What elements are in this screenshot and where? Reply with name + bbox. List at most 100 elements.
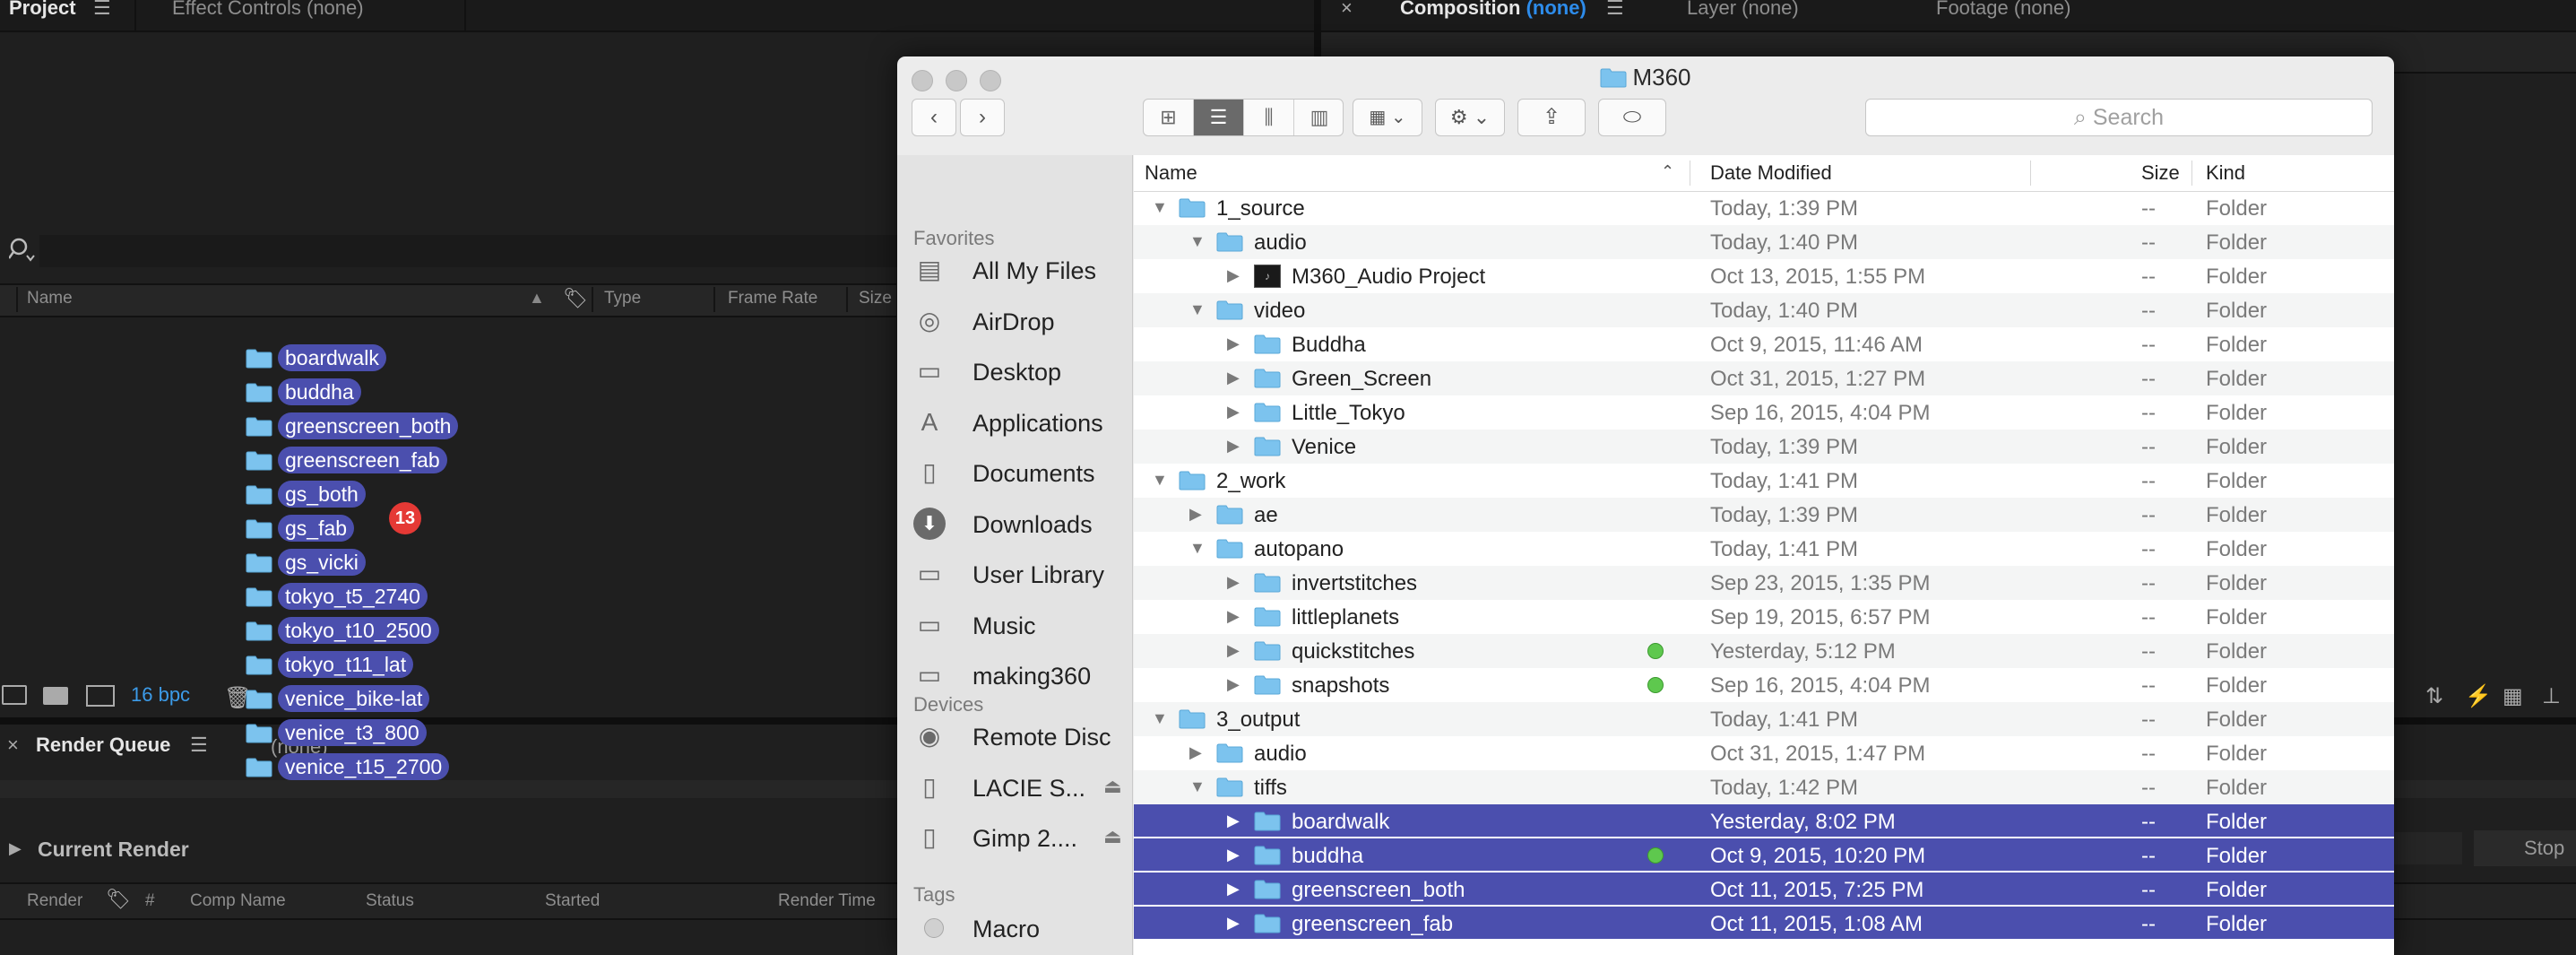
file-row[interactable]: ▶ littleplanets Sep 19, 2015, 6:57 PM -- Fol… — [1134, 600, 2394, 634]
sidebar-item[interactable]: ▭ making360 — [913, 652, 1128, 699]
sidebar-item[interactable]: ▭ Desktop — [913, 348, 1128, 395]
disclosure-closed-icon[interactable]: ▶ — [1227, 880, 1240, 899]
disclosure-closed-icon[interactable]: ▶ — [1227, 573, 1240, 592]
forward-button[interactable]: › — [960, 99, 1005, 136]
new-composition-icon[interactable] — [86, 685, 115, 707]
file-row[interactable]: ▼ autopano Today, 1:41 PM -- Folder — [1134, 532, 2394, 566]
bpc-label[interactable]: 16 bpc — [131, 683, 190, 707]
file-row[interactable]: ▼ video Today, 1:40 PM -- Folder — [1134, 293, 2394, 327]
comp-close-icon[interactable]: × — [1341, 0, 1353, 32]
file-row[interactable]: ▶ buddha Oct 9, 2015, 10:20 PM -- Folder — [1134, 838, 2394, 873]
disclosure-open-icon[interactable]: ▼ — [1189, 539, 1206, 558]
disclosure-closed-icon[interactable]: ▶ — [1227, 437, 1240, 456]
file-row[interactable]: ▼ tiffs Today, 1:42 PM -- Folder — [1134, 770, 2394, 804]
sidebar-item[interactable]: ▤ All My Files — [913, 247, 1128, 293]
disclosure-open-icon[interactable]: ▼ — [1189, 777, 1206, 796]
sidebar-item[interactable]: ▯ Documents — [913, 449, 1128, 496]
tab-layer[interactable]: Layer (none) — [1687, 0, 1799, 32]
sidebar-item[interactable]: ◉ Remote Disc — [913, 713, 1128, 760]
col-header-name[interactable]: Name — [1145, 155, 1197, 191]
disclosure-closed-icon[interactable]: ▶ — [1227, 914, 1240, 933]
search-input[interactable]: ⌕ Search — [1865, 99, 2373, 136]
composition-menu-icon[interactable]: ☰ — [1606, 0, 1624, 18]
rq-col-render-time[interactable]: Render Time — [778, 891, 876, 911]
sidebar-item[interactable]: ▭ User Library — [913, 551, 1128, 597]
column-view-icon[interactable]: ⫼ — [1244, 100, 1294, 135]
new-folder-icon[interactable] — [43, 687, 68, 705]
render-queue-close-icon[interactable]: × — [7, 734, 19, 757]
file-row[interactable]: ▶ Little_Tokyo Sep 16, 2015, 4:04 PM -- Fold… — [1134, 395, 2394, 430]
eject-icon[interactable]: ⏏ — [1103, 775, 1122, 798]
project-col-size[interactable]: Size — [859, 289, 892, 308]
eject-icon[interactable]: ⏏ — [1103, 825, 1122, 848]
render-settings-icon[interactable]: ▦ — [2503, 683, 2523, 709]
disclosure-closed-icon[interactable]: ▶ — [1227, 266, 1240, 285]
disclosure-closed-icon[interactable]: ▶ — [1227, 334, 1240, 353]
disclosure-open-icon[interactable]: ▼ — [1189, 232, 1206, 251]
back-button[interactable]: ‹ — [912, 99, 956, 136]
cover-flow-icon[interactable]: ▥ — [1294, 100, 1343, 135]
file-row[interactable]: ▶ ♪ M360_Audio Project Oct 13, 2015, 1:55 P… — [1134, 259, 2394, 293]
project-search-icon[interactable] — [7, 237, 36, 264]
stop-button[interactable]: Stop — [2474, 830, 2576, 866]
tab-effect-controls[interactable]: Effect Controls (none) — [172, 0, 364, 32]
file-row[interactable]: ▶ audio Oct 31, 2015, 1:47 PM -- Folder — [1134, 736, 2394, 770]
disclosure-closed-icon[interactable]: ▶ — [1227, 641, 1240, 660]
list-view-icon[interactable]: ☰ — [1194, 100, 1244, 135]
sidebar-item[interactable]: A Applications — [913, 399, 1128, 446]
file-row[interactable]: ▶ quickstitches Yesterday, 5:12 PM -- Folder — [1134, 634, 2394, 668]
file-row[interactable]: ▼ audio Today, 1:40 PM -- Folder — [1134, 225, 2394, 259]
file-row[interactable]: ▼ 3_output Today, 1:41 PM -- Folder — [1134, 702, 2394, 736]
file-row[interactable]: ▶ greenscreen_both Oct 11, 2015, 7:25 PM --… — [1134, 873, 2394, 907]
disclosure-closed-icon[interactable]: ▶ — [1227, 607, 1240, 626]
rq-col-render[interactable]: Render — [27, 891, 82, 911]
sidebar-item[interactable]: ◎ AirDrop — [913, 298, 1128, 344]
disclosure-closed-icon[interactable]: ▶ — [1227, 403, 1240, 421]
rq-col-number[interactable]: # — [145, 891, 155, 911]
render-queue-menu-icon[interactable]: ☰ — [190, 734, 208, 757]
disclosure-closed-icon[interactable]: ▶ — [1189, 743, 1202, 762]
rq-col-started[interactable]: Started — [545, 891, 600, 911]
disclosure-open-icon[interactable]: ▼ — [1189, 300, 1206, 319]
sidebar-tag-item[interactable]: Macro — [913, 905, 1128, 951]
tab-render-queue[interactable]: Render Queue — [36, 734, 170, 757]
sidebar-item[interactable]: ▯ LACIE S... ⏏ — [913, 764, 1128, 811]
interpret-footage-icon[interactable] — [2, 685, 27, 705]
disclosure-closed-icon[interactable]: ▶ — [1227, 812, 1240, 830]
sidebar-item[interactable]: ⬇ Downloads — [913, 500, 1128, 547]
sidebar-item[interactable]: ▭ Music — [913, 602, 1128, 648]
disclosure-closed-icon[interactable]: ▶ — [1227, 369, 1240, 387]
project-menu-icon[interactable]: ☰ — [93, 0, 111, 18]
arrange-button[interactable]: ▦ ⌄ — [1353, 99, 1422, 136]
file-row[interactable]: ▶ boardwalk Yesterday, 8:02 PM -- Folder — [1134, 804, 2394, 838]
project-col-frame-rate[interactable]: Frame Rate — [728, 289, 817, 308]
file-row[interactable]: ▼ 1_source Today, 1:39 PM -- Folder — [1134, 191, 2394, 225]
finder-window[interactable]: M360 ‹ › ⊞ ☰ ⫼ ▥ ▦ ⌄ ⚙ ⌄ ⇪ ⬭ ⌕ Search Fa… — [897, 56, 2394, 955]
disclosure-closed-icon[interactable]: ▶ — [1227, 675, 1240, 694]
disclosure-closed-icon[interactable]: ▶ — [1189, 505, 1202, 524]
file-row[interactable]: ▼ 2_work Today, 1:41 PM -- Folder — [1134, 464, 2394, 498]
file-row[interactable]: ▶ greenscreen_fab Oct 11, 2015, 1:08 AM -- F… — [1134, 907, 2394, 941]
file-row[interactable]: ▶ snapshots Sep 16, 2015, 4:04 PM -- Folder — [1134, 668, 2394, 702]
file-row[interactable]: ▶ invertstitches Sep 23, 2015, 1:35 PM -- Fo… — [1134, 566, 2394, 600]
col-header-size[interactable]: Size — [2141, 155, 2180, 191]
file-row[interactable]: ▶ Venice Today, 1:39 PM -- Folder — [1134, 430, 2394, 464]
file-row[interactable]: ▶ Green_Screen Oct 31, 2015, 1:27 PM -- Fold… — [1134, 361, 2394, 395]
col-header-date[interactable]: Date Modified — [1710, 155, 1832, 191]
rq-label-tag-icon[interactable]: 🏷 — [106, 888, 131, 911]
view-mode-segment[interactable]: ⊞ ☰ ⫼ ▥ — [1143, 99, 1344, 136]
disclosure-open-icon[interactable]: ▼ — [1152, 198, 1168, 217]
tags-button[interactable]: ⬭ — [1598, 99, 1666, 136]
tab-project[interactable]: Project — [9, 0, 76, 32]
share-button[interactable]: ⇪ — [1517, 99, 1586, 136]
network-icon[interactable]: ⊥ — [2542, 683, 2561, 709]
project-col-name[interactable]: Name — [27, 289, 73, 308]
disclosure-closed-icon[interactable]: ▶ — [1227, 846, 1240, 864]
flowchart-icon[interactable]: ⇅ — [2425, 683, 2443, 709]
current-render-disclosure-icon[interactable]: ▶ — [9, 839, 22, 858]
tab-footage[interactable]: Footage (none) — [1936, 0, 2070, 32]
project-col-type[interactable]: Type — [604, 289, 641, 308]
rq-col-status[interactable]: Status — [366, 891, 414, 911]
rq-col-comp-name[interactable]: Comp Name — [190, 891, 286, 911]
disclosure-open-icon[interactable]: ▼ — [1152, 709, 1168, 728]
